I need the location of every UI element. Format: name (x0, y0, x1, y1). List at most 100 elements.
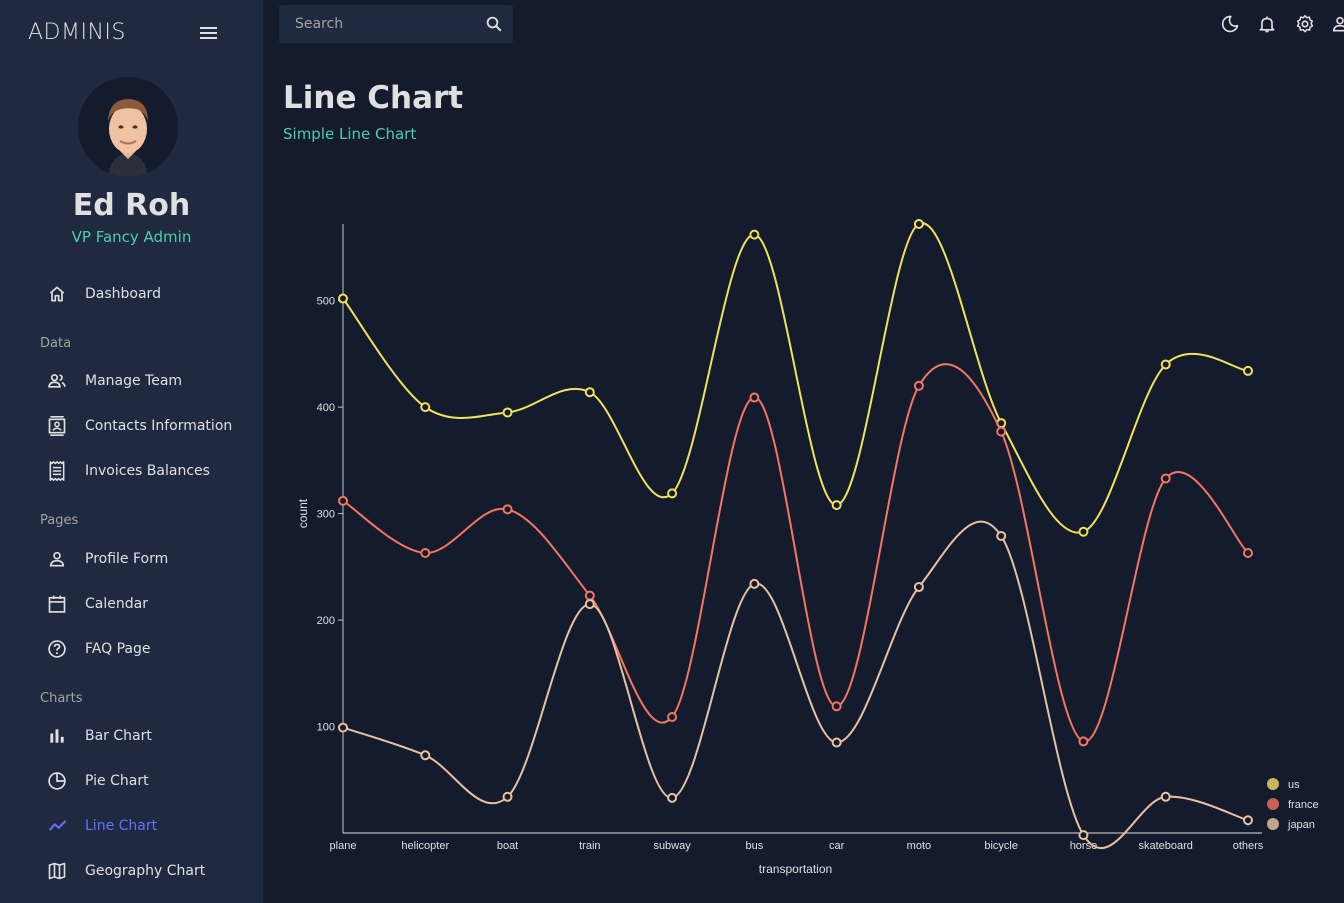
contacts-icon (48, 416, 66, 436)
data-point (502, 407, 513, 418)
line-chart[interactable]: 100 200 300 400 500 plane helicopter boat train s… (263, 190, 1344, 903)
data-point (420, 547, 431, 558)
sidebar-item-label: Profile Form (85, 551, 169, 567)
x-tick-label: moto (907, 840, 931, 852)
notifications-button[interactable] (1255, 12, 1279, 36)
sidebar-item-bar-chart[interactable]: Bar Chart (40, 721, 250, 751)
x-tick-label: subway (653, 840, 691, 852)
data-point (913, 219, 924, 229)
data-point (420, 402, 431, 413)
x-tick-label: plane (330, 840, 357, 852)
user-photo (78, 77, 178, 177)
legend-label: us (1288, 779, 1300, 791)
profile-button[interactable] (1330, 12, 1344, 36)
y-tick-label: 100 (317, 722, 335, 734)
receipt-icon (49, 461, 65, 481)
hamburger-icon (200, 27, 217, 39)
x-axis-title: transportation (759, 862, 832, 876)
data-point (667, 488, 678, 499)
data-point (831, 737, 842, 748)
x-tick-label: train (579, 840, 600, 852)
sidebar-item-dashboard[interactable]: Dashboard (40, 279, 250, 309)
legend-label: japan (1287, 819, 1315, 831)
data-point (749, 578, 760, 589)
gear-icon (1296, 14, 1314, 33)
x-tick-label: skateboard (1139, 840, 1193, 852)
calendar-icon (48, 595, 66, 613)
bar-chart-icon (50, 729, 64, 743)
pie-chart-icon (48, 772, 66, 790)
sidebar-item-manage-team[interactable]: Manage Team (40, 366, 250, 396)
data-point (996, 530, 1007, 541)
theme-toggle-button[interactable] (1218, 12, 1242, 36)
home-icon (49, 286, 65, 302)
sidebar-item-line-chart[interactable]: Line Chart (40, 811, 250, 841)
data-point (502, 791, 513, 802)
data-point (667, 792, 678, 803)
x-tick-label: helicopter (401, 840, 449, 852)
sidebar-item-label: Invoices Balances (85, 463, 210, 479)
sidebar-item-geography-chart[interactable]: Geography Chart (40, 856, 250, 886)
data-point (584, 590, 595, 601)
sidebar-item-label: Bar Chart (85, 728, 152, 744)
data-point (502, 504, 513, 515)
user-role: VP Fancy Admin (71, 228, 192, 246)
bell-icon (1259, 16, 1275, 33)
sidebar-item-label: Contacts Information (85, 418, 233, 434)
data-point (1160, 473, 1171, 484)
y-tick-label: 200 (317, 615, 335, 627)
sidebar-item-label: Manage Team (85, 373, 183, 389)
data-point (1160, 791, 1171, 802)
legend-swatch (1267, 798, 1279, 810)
line-chart-icon (48, 820, 67, 831)
menu-toggle-button[interactable] (196, 20, 222, 46)
data-point (1078, 526, 1089, 537)
sidebar-item-label: Dashboard (85, 286, 161, 302)
sidebar-item-pie-chart[interactable]: Pie Chart (40, 766, 250, 796)
data-point (584, 599, 595, 610)
data-point (1243, 365, 1253, 376)
sidebar-item-faq[interactable]: FAQ Page (40, 634, 250, 664)
sidebar-item-invoices[interactable]: Invoices Balances (40, 456, 250, 486)
legend-swatch (1267, 778, 1279, 790)
x-tick-label: boat (497, 840, 518, 852)
section-label-data: Data (40, 336, 72, 351)
app-root: ADMINIS Ed Roh VP Fancy Admin Dashboard … (0, 0, 1344, 903)
section-label-charts: Charts (40, 691, 83, 706)
series-line-2 (342, 520, 1249, 850)
sidebar-item-calendar[interactable]: Calendar (40, 589, 250, 619)
sidebar-item-label: Pie Chart (85, 773, 149, 789)
y-tick-label: 400 (317, 402, 335, 414)
data-point (913, 380, 924, 391)
section-label-pages: Pages (40, 513, 79, 528)
series-line-0 (342, 222, 1249, 534)
y-axis-title: count (296, 498, 310, 528)
x-tick-label: bicycle (984, 840, 1018, 852)
y-tick-label: 500 (317, 296, 335, 308)
search-bar (279, 5, 513, 43)
data-point (1160, 359, 1171, 370)
legend-label: france (1288, 799, 1319, 811)
data-point (584, 387, 595, 398)
line-chart-container: 100 200 300 400 500 plane helicopter boat train s… (263, 190, 1344, 903)
x-tick-label: others (1233, 840, 1264, 852)
x-tick-label: bus (745, 840, 763, 852)
data-point (1078, 830, 1089, 841)
settings-button[interactable] (1293, 12, 1317, 36)
search-input[interactable] (279, 5, 474, 43)
avatar[interactable] (78, 77, 178, 177)
page-subtitle: Simple Line Chart (283, 125, 417, 143)
data-point (831, 701, 842, 712)
sidebar-item-contacts[interactable]: Contacts Information (40, 411, 250, 441)
brand-logo: ADMINIS (28, 20, 126, 45)
x-tick-label: car (829, 840, 845, 852)
sidebar-item-profile[interactable]: Profile Form (40, 544, 250, 574)
sidebar: ADMINIS Ed Roh VP Fancy Admin Dashboard … (0, 0, 263, 903)
data-point (338, 495, 348, 506)
data-point (1243, 815, 1253, 826)
data-point (1243, 547, 1253, 558)
data-point (420, 750, 431, 761)
people-icon (48, 374, 66, 388)
search-button[interactable] (483, 13, 505, 35)
help-circle-icon (48, 640, 66, 658)
